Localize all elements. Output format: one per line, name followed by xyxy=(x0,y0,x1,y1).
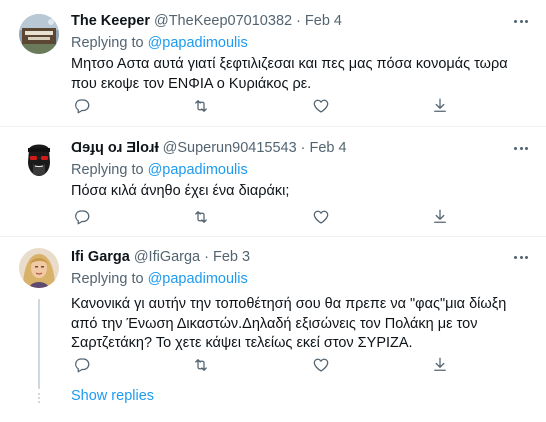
replying-to-label: Replying to xyxy=(71,271,144,287)
replying-to-label: Replying to xyxy=(71,162,144,178)
tweet-actions xyxy=(71,354,451,376)
tweet[interactable]: The Keeper @TheKeep07010382 · Feb 4 Repl… xyxy=(0,0,546,126)
more-options-icon[interactable] xyxy=(510,13,532,29)
user-handle[interactable]: @TheKeep07010382 xyxy=(154,13,292,29)
more-options-icon[interactable] xyxy=(510,140,532,156)
tweet-text: Μητσο Αστα αυτά γιατί ξεφτιλιζεσαι και π… xyxy=(71,56,508,92)
show-replies-link[interactable]: Show replies xyxy=(71,388,154,404)
avatar[interactable] xyxy=(19,140,59,180)
mention-link[interactable]: @papadimoulis xyxy=(148,271,248,287)
thread-line xyxy=(38,299,40,389)
tweet[interactable]: Ɑɘɟɥ oɹ ƎloɹƗ @Superun90415543 · Feb 4 R… xyxy=(0,127,546,236)
reply-icon[interactable] xyxy=(71,354,93,376)
retweet-icon[interactable] xyxy=(190,206,212,228)
separator-dot: · xyxy=(296,13,301,29)
tweet-text: Κανονικά γι αυτήν την τοποθέτησή σου θα … xyxy=(71,296,507,351)
tweet-header: The Keeper @TheKeep07010382 · Feb 4 xyxy=(71,11,532,31)
mention-link[interactable]: @papadimoulis xyxy=(148,162,248,178)
share-icon[interactable] xyxy=(429,95,451,117)
avatar-image xyxy=(19,14,59,54)
separator-dot: · xyxy=(300,140,306,156)
user-handle[interactable]: @IfiGarga xyxy=(134,249,200,265)
heart-icon[interactable] xyxy=(310,206,332,228)
tweet-date[interactable]: Feb 3 xyxy=(213,249,250,265)
tweet-date[interactable]: Feb 4 xyxy=(310,140,347,156)
user-handle[interactable]: @Superun90415543 xyxy=(163,140,297,156)
avatar-image xyxy=(19,248,59,288)
share-icon[interactable] xyxy=(429,206,451,228)
replying-to: Replying to @papadimoulis xyxy=(71,33,532,53)
avatar-image xyxy=(19,140,59,180)
mention-link[interactable]: @papadimoulis xyxy=(148,35,248,51)
display-name[interactable]: Ɑɘɟɥ oɹ ƎloɹƗ xyxy=(71,140,159,156)
display-name[interactable]: Ifi Garga xyxy=(71,249,130,265)
tweet-header: Ifi Garga @IfiGarga · Feb 3 xyxy=(71,247,532,267)
tweet-actions xyxy=(71,206,451,228)
thread-dots xyxy=(38,393,40,405)
replying-to: Replying to @papadimoulis xyxy=(71,269,532,289)
separator-dot: · xyxy=(204,249,209,265)
share-icon[interactable] xyxy=(429,354,451,376)
more-options-icon[interactable] xyxy=(510,249,532,265)
tweet-date[interactable]: Feb 4 xyxy=(305,13,342,29)
replying-to: Replying to @papadimoulis xyxy=(71,160,532,180)
heart-icon[interactable] xyxy=(310,354,332,376)
replying-to-label: Replying to xyxy=(71,35,144,51)
retweet-icon[interactable] xyxy=(190,95,212,117)
display-name[interactable]: The Keeper xyxy=(71,13,150,29)
tweet-header: Ɑɘɟɥ oɹ ƎloɹƗ @Superun90415543 · Feb 4 xyxy=(71,138,532,158)
avatar[interactable] xyxy=(19,14,59,54)
avatar[interactable] xyxy=(19,248,59,288)
reply-icon[interactable] xyxy=(71,206,93,228)
reply-icon[interactable] xyxy=(71,95,93,117)
tweet-text: Πόσα κιλά άνηθο έχει ένα διαράκι; xyxy=(71,183,290,199)
tweet-actions xyxy=(71,95,451,117)
retweet-icon[interactable] xyxy=(190,354,212,376)
heart-icon[interactable] xyxy=(310,95,332,117)
